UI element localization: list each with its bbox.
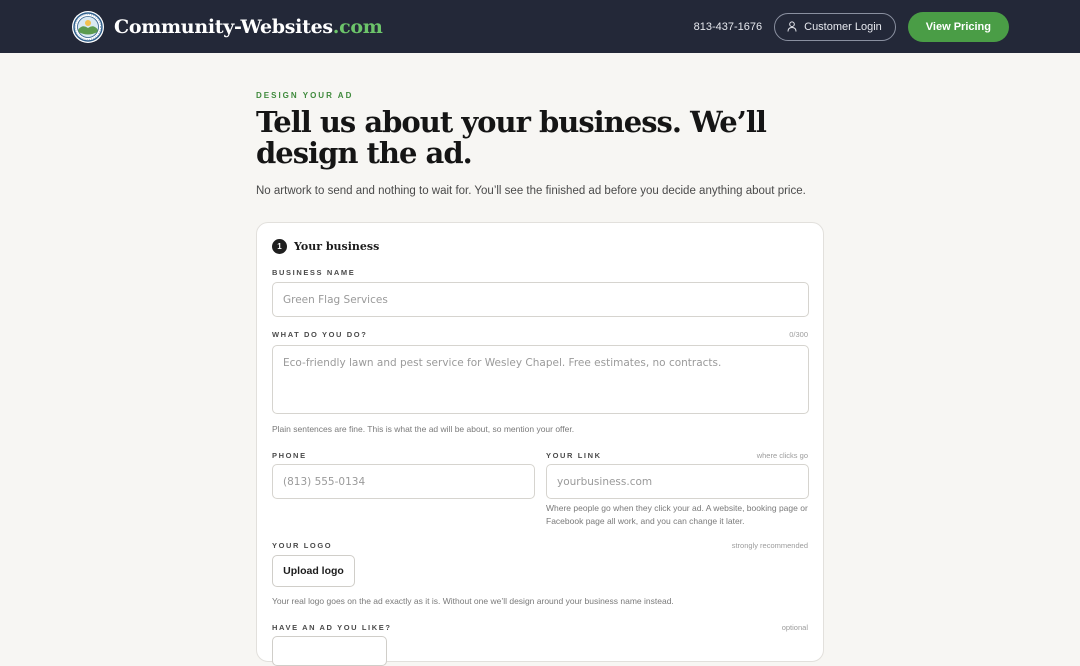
header-phone-link[interactable]: 813-437-1676 bbox=[694, 21, 763, 33]
phone-input[interactable] bbox=[272, 464, 535, 499]
community-seal-icon[interactable] bbox=[72, 10, 104, 43]
business-details-card: 1 Your business BUSINESS NAME WHAT DO YO… bbox=[256, 222, 824, 666]
logo-hint: Your real logo goes on the ad exactly as… bbox=[272, 596, 674, 606]
phone-label: PHONE bbox=[272, 451, 307, 460]
description-char-counter: 0/300 bbox=[789, 330, 808, 339]
description-hint: Plain sentences are fine. This is what t… bbox=[272, 424, 575, 434]
brand-domain: .com bbox=[332, 15, 383, 38]
link-input[interactable] bbox=[546, 464, 809, 499]
logo-aside-note: strongly recommended bbox=[731, 541, 808, 550]
brand-name: Community-Websites bbox=[114, 15, 333, 38]
description-label: WHAT DO YOU DO? bbox=[272, 330, 368, 339]
customer-login-label: Customer Login bbox=[804, 20, 882, 33]
business-name-label: BUSINESS NAME bbox=[272, 268, 356, 277]
user-icon bbox=[787, 21, 797, 32]
link-label: YOUR LINK bbox=[546, 451, 602, 460]
eyebrow-label: DESIGN YOUR AD bbox=[256, 91, 354, 100]
step-title: Your business bbox=[294, 240, 380, 253]
sample-ad-upload-button[interactable] bbox=[272, 636, 387, 666]
link-aside-note: where clicks go bbox=[756, 451, 808, 460]
page-title: Tell us about your business. We’ll desig… bbox=[256, 105, 767, 170]
upload-logo-button[interactable]: Upload logo bbox=[272, 555, 355, 587]
customer-login-button[interactable]: Customer Login bbox=[774, 12, 896, 41]
top-navigation-bar: Community-Websites.com 813-437-1676 Cust… bbox=[0, 0, 1080, 53]
link-hint: Where people go when they click your ad.… bbox=[546, 503, 808, 526]
sample-ad-label: HAVE AN AD YOU LIKE? bbox=[272, 623, 392, 632]
step-number-badge: 1 bbox=[272, 239, 287, 254]
business-name-input[interactable] bbox=[272, 282, 809, 317]
intro-section: DESIGN YOUR AD Tell us about your busine… bbox=[256, 53, 824, 197]
page-subtitle: No artwork to send and nothing to wait f… bbox=[256, 185, 806, 197]
view-pricing-button[interactable]: View Pricing bbox=[907, 11, 1009, 42]
step-header: 1 Your business bbox=[272, 239, 379, 254]
description-textarea[interactable] bbox=[272, 345, 809, 414]
brand-logo-text[interactable]: Community-Websites.com bbox=[114, 16, 383, 38]
logo-label: YOUR LOGO bbox=[272, 541, 333, 550]
sample-ad-aside-note: optional bbox=[781, 623, 808, 632]
